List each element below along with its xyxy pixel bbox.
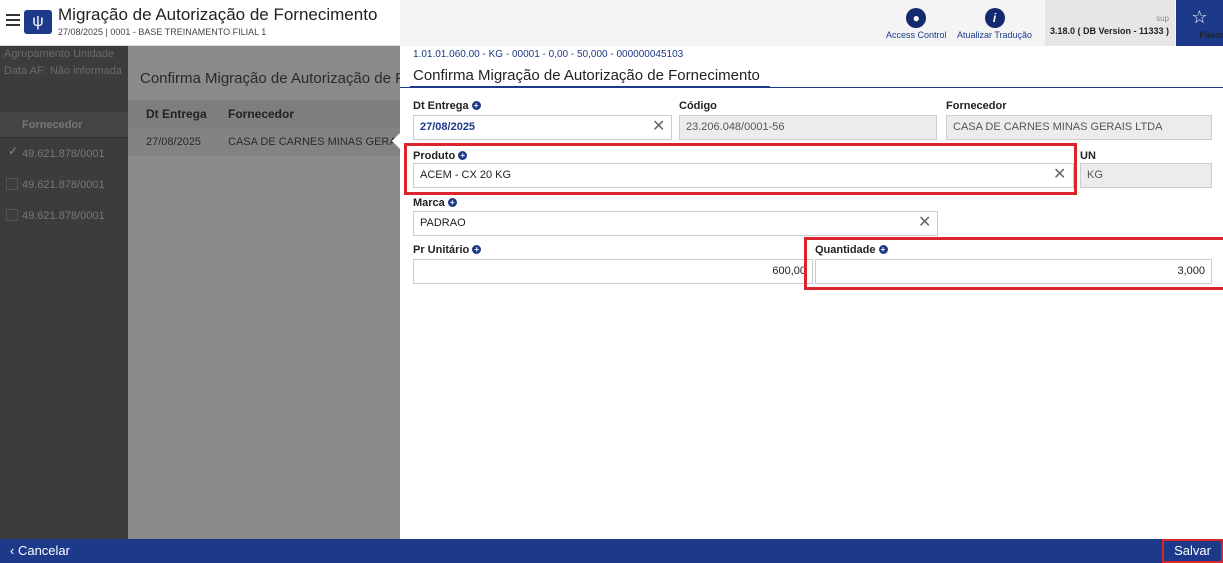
version-info: sup 3.18.0 ( DB Version - 11333 )	[1045, 0, 1175, 46]
marca-field[interactable]: PADRAO	[413, 211, 938, 236]
middle-table-header: Dt Entrega Fornecedor	[128, 100, 400, 128]
left-table-header: Fornecedor	[0, 112, 128, 138]
pr-unitario-field[interactable]: 600,00	[413, 259, 813, 284]
list-item-label: 49.621.878/0001	[22, 178, 105, 191]
fornecedor-column-header: Fornecedor	[228, 107, 295, 121]
save-button[interactable]: Salvar	[1162, 539, 1223, 563]
table-row[interactable]: 27/08/2025 CASA DE CARNES MINAS GERAIS L…	[128, 128, 400, 156]
middle-panel: Confirma Migração de Autorização de Forn…	[128, 46, 487, 539]
atualizar-traducao-button[interactable]: i Atualizar Tradução	[957, 8, 1032, 40]
dt-entrega-column-header: Dt Entrega	[146, 107, 207, 121]
favorites-label: Favoritos	[1199, 30, 1223, 40]
un-label: UN	[1080, 150, 1096, 162]
info-icon: i	[984, 8, 1005, 28]
detail-form: 1.01.01.060.00 - KG - 00001 - 0,00 - 50,…	[400, 46, 1223, 539]
plus-circle-icon[interactable]: +	[447, 198, 457, 207]
codigo-label: Código	[679, 100, 717, 112]
grouping-info: Agrupamento Unidade	[4, 48, 115, 60]
favorites-button[interactable]: ☆ Favoritos	[1176, 0, 1223, 46]
app-logo-icon: ψ	[24, 10, 52, 34]
access-control-button[interactable]: ● Access Control	[886, 8, 947, 40]
access-control-label: Access Control	[886, 30, 947, 40]
page-subtitle: 27/08/2025 | 0001 - BASE TREINAMENTO FIL…	[58, 27, 267, 37]
star-icon: ☆	[1191, 7, 1208, 27]
close-icon[interactable]: ✕	[918, 215, 931, 231]
atualizar-traducao-label: Atualizar Tradução	[957, 30, 1033, 40]
close-icon[interactable]: ✕	[652, 119, 665, 135]
list-item[interactable]: 49.621.878/0001	[0, 200, 128, 231]
marca-label: Marca +	[413, 197, 457, 209]
lock-icon: ●	[906, 8, 927, 28]
list-item-label: 49.621.878/0001	[22, 147, 105, 160]
left-panel: Agrupamento Unidade Data AF: Não informa…	[0, 46, 128, 539]
quantidade-highlight	[804, 237, 1223, 290]
page-title: Migração de Autorização de Fornecimento	[58, 5, 378, 24]
checkbox[interactable]	[6, 209, 18, 221]
user-name: sup	[1156, 14, 1169, 23]
date-info: Data AF: Não informada	[4, 65, 123, 77]
cancel-label: Cancelar	[17, 543, 70, 558]
list-item-label: 49.621.878/0001	[22, 209, 105, 222]
plus-circle-icon[interactable]: +	[471, 101, 481, 110]
fornecedor-column-header: Fornecedor	[22, 118, 83, 131]
fornecedor-field: CASA DE CARNES MINAS GERAIS LTDA	[946, 115, 1212, 140]
title-underline	[410, 86, 770, 88]
dt-entrega-cell: 27/08/2025	[146, 136, 202, 148]
pr-unitario-label: Pr Unitário +	[413, 244, 482, 256]
version-label: 3.18.0 ( DB Version - 11333 )	[1049, 26, 1169, 36]
form-title: Confirma Migração de Autorização de Forn…	[413, 67, 760, 84]
list-item[interactable]: 49.621.878/0001	[0, 169, 128, 200]
fornecedor-label: Fornecedor	[946, 100, 1007, 112]
cancel-button[interactable]: ‹ Cancelar	[10, 543, 70, 558]
fornecedor-cell: CASA DE CARNES MINAS GERAIS LTDA	[228, 136, 400, 148]
bottom-bar: ‹ Cancelar Salvar	[0, 539, 1223, 563]
breadcrumb: 1.01.01.060.00 - KG - 00001 - 0,00 - 50,…	[413, 49, 684, 60]
list-item[interactable]: ✓ 49.621.878/0001	[0, 138, 128, 169]
checkbox[interactable]	[6, 178, 18, 190]
dt-entrega-field[interactable]: 27/08/2025	[413, 115, 672, 140]
produto-highlight	[404, 143, 1077, 195]
plus-circle-icon[interactable]: +	[472, 245, 482, 254]
hamburger-menu-icon[interactable]	[6, 11, 20, 29]
dt-entrega-label: Dt Entrega +	[413, 100, 481, 112]
codigo-field: 23.206.048/0001-56	[679, 115, 937, 140]
checkmark-icon: ✓	[8, 144, 19, 158]
un-field: KG	[1080, 163, 1212, 188]
top-bar: ψ Migração de Autorização de Forneciment…	[0, 0, 1223, 46]
